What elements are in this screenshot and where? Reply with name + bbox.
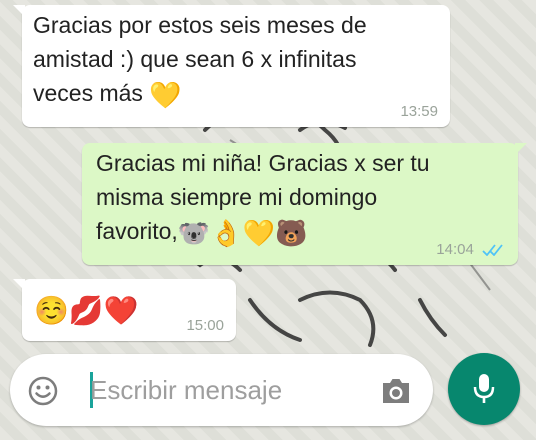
message-timestamp-row: 14:04: [436, 241, 504, 259]
koala-okhand-heart-bear-emoji-icon: 🐨👌💛🐻: [177, 217, 308, 248]
message-composer: Escribir mensaje: [10, 354, 433, 426]
message-timestamp: 14:04: [436, 241, 474, 258]
message-text: Gracias por estos seis meses de amistad …: [33, 12, 367, 110]
read-double-ticks-icon: [482, 244, 503, 257]
bubble-tail: [13, 5, 25, 17]
camera-icon[interactable]: [380, 377, 412, 405]
yellow-heart-emoji-icon: 💛: [149, 79, 182, 110]
message-input[interactable]: Escribir mensaje: [90, 374, 282, 406]
message-timestamp: 13:59: [400, 103, 438, 120]
bubble-tail: [515, 143, 527, 155]
microphone-icon: [473, 374, 495, 403]
message-text: Gracias mi niña! Gracias x ser tu misma …: [96, 150, 430, 248]
incoming-message-3[interactable]: ☺️💋❤️ 15:00: [13, 279, 236, 341]
incoming-message-1[interactable]: Gracias por estos seis meses de amistad …: [13, 5, 450, 127]
microphone-button[interactable]: [448, 353, 520, 425]
message-timestamp: 15:00: [186, 317, 224, 334]
outgoing-message-2[interactable]: Gracias mi niña! Gracias x ser tu misma …: [82, 143, 527, 265]
smile-kiss-heart-emoji-icon: ☺️💋❤️: [34, 294, 139, 326]
smiley-icon[interactable]: [28, 376, 58, 406]
bubble-tail: [13, 279, 25, 291]
